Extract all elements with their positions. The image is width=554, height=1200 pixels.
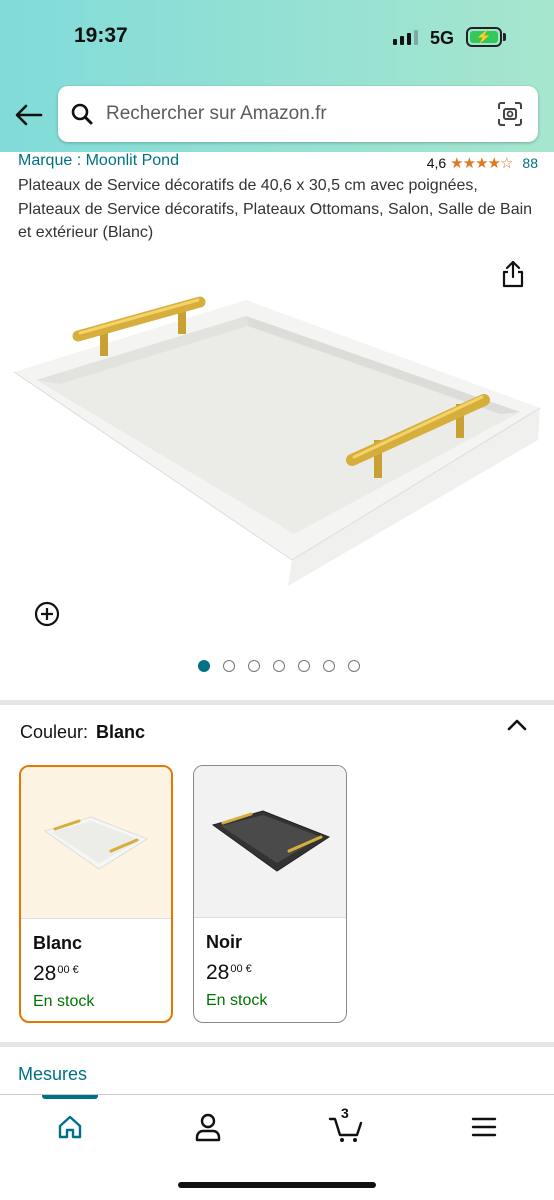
zoom-icon[interactable] [33,600,61,628]
header: 19:37 5G ⚡ [0,0,554,152]
share-icon[interactable] [500,260,528,288]
product-image[interactable] [0,290,554,590]
carousel-dot[interactable] [248,660,260,672]
network-label: 5G [430,28,455,48]
section-divider [0,1042,554,1047]
home-icon [58,1115,82,1139]
nav-home[interactable] [50,1109,90,1145]
menu-icon [471,1117,497,1137]
battery-cap [503,33,506,41]
stock-status: En stock [33,993,95,1010]
rating[interactable]: 4,6 ★★★★☆ 88 [427,154,538,172]
status-time: 19:37 [74,24,128,47]
swatch-price: 2800 € [206,961,346,985]
star-rating-icon: ★★★★☆ [450,155,513,172]
color-label-text: Couleur: [20,722,89,742]
swatch-name: Blanc [33,933,83,953]
swatch-price: 2800 € [33,962,171,986]
carousel-dot[interactable] [323,660,335,672]
home-indicator-bar [178,1182,376,1188]
nav-account[interactable] [188,1109,228,1145]
price-fraction: 00 € [230,963,252,975]
selected-color: Blanc [96,722,146,742]
back-button[interactable] [12,98,46,132]
carousel-dot[interactable] [273,660,285,672]
cart-count: 3 [341,1105,349,1121]
price-whole: 28 [206,961,230,984]
color-option-blanc[interactable]: Blanc 2800 € En stock [19,765,173,1023]
brand-link[interactable]: Marque : Moonlit Pond [18,152,179,170]
signal-icon [393,30,418,45]
active-tab-indicator [42,1095,98,1099]
search-input[interactable] [106,103,476,125]
nav-menu[interactable] [464,1109,504,1145]
swatch-name: Noir [206,932,242,952]
arrow-left-icon [15,104,43,126]
nav-cart[interactable]: 3 [326,1105,366,1145]
price-whole: 28 [33,962,57,985]
carousel-dot[interactable] [348,660,360,672]
section-divider [0,700,554,705]
brand-row: Marque : Moonlit Pond 4,6 ★★★★☆ 88 [18,152,538,174]
rating-value: 4,6 [426,155,447,171]
stock-status: En stock [206,992,268,1009]
color-label: Couleur: Blanc [20,722,145,743]
review-count: 88 [522,155,538,171]
product-title: Plateaux de Service décoratifs de 40,6 x… [18,177,533,241]
color-option-noir[interactable]: Noir 2800 € En stock [193,765,347,1023]
swatch-thumbnail [21,767,171,919]
carousel-dot[interactable] [298,660,310,672]
user-icon [195,1113,221,1142]
search-bar[interactable] [58,86,538,142]
camera-search-icon[interactable] [496,100,524,128]
battery-icon: ⚡ [466,27,502,47]
measures-link[interactable]: Mesures [18,1064,87,1085]
carousel-dot[interactable] [223,660,235,672]
image-carousel-dots[interactable] [198,660,360,672]
price-fraction: 00 € [57,964,79,976]
carousel-dot[interactable] [198,660,210,672]
search-icon [70,101,96,127]
swatch-thumbnail [194,766,346,918]
chevron-up-icon[interactable] [506,718,530,738]
